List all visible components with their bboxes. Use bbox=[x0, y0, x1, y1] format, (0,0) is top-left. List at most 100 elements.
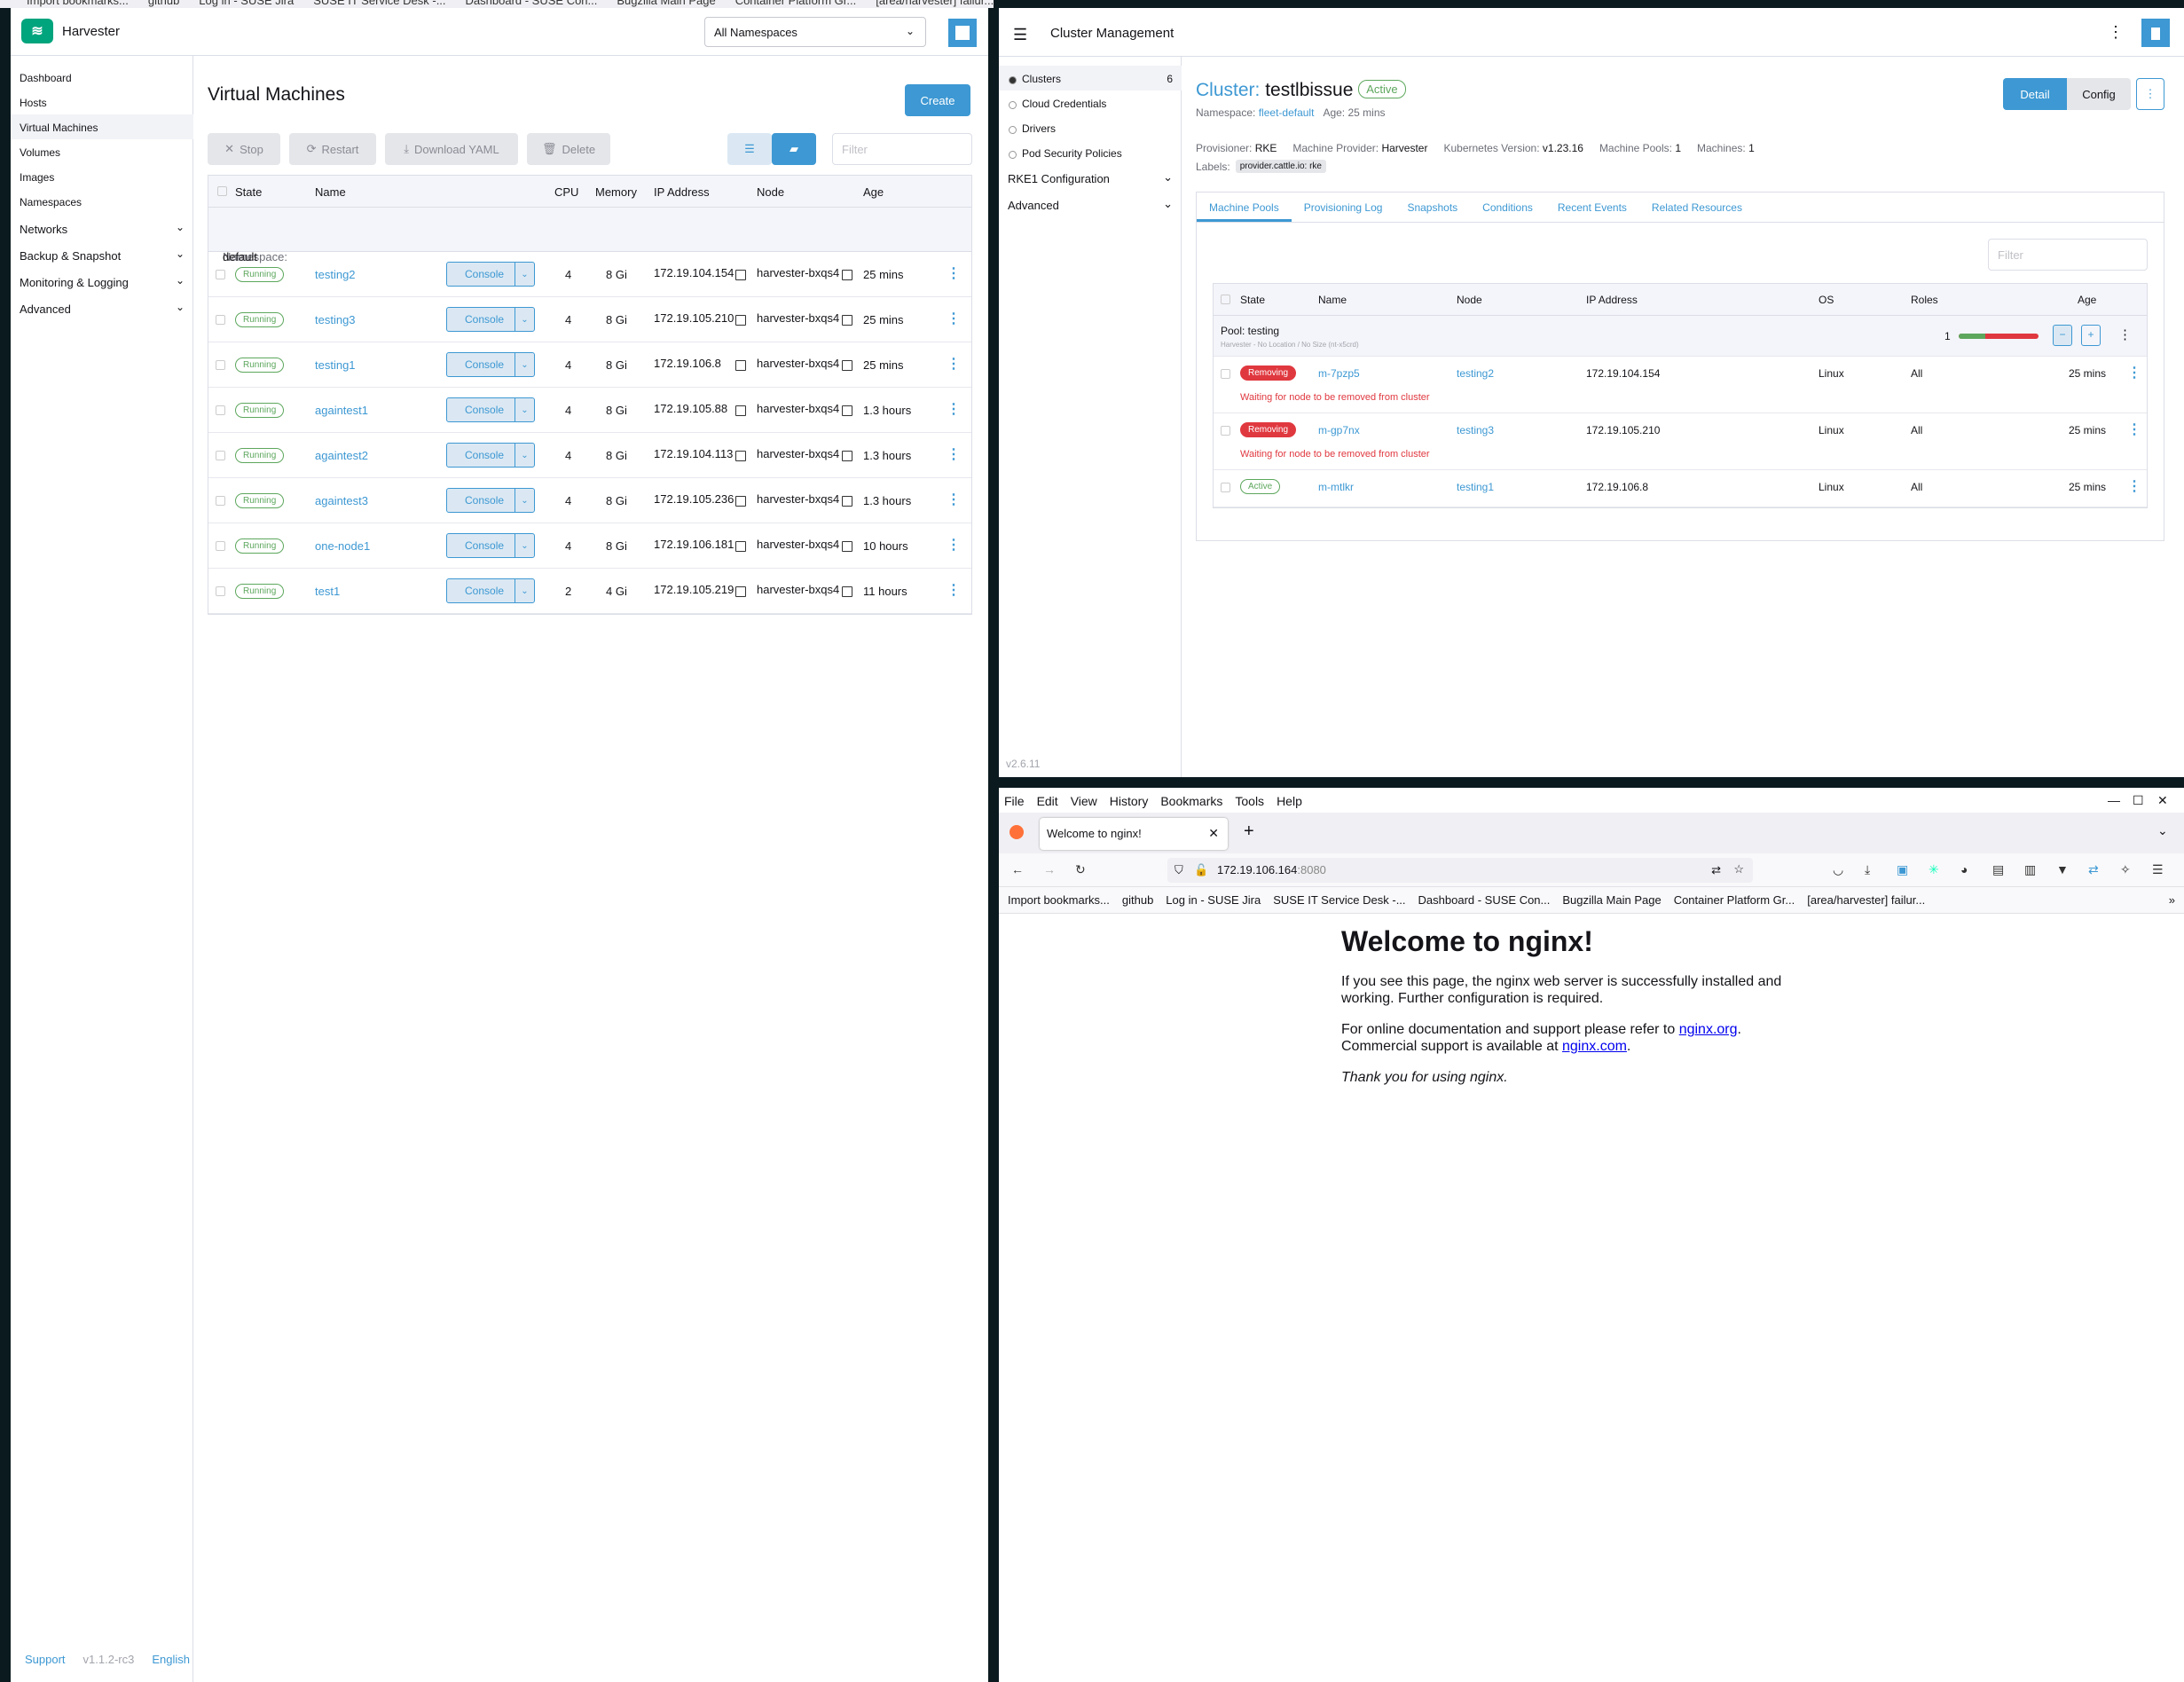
heading-prefix[interactable]: Cluster: bbox=[1196, 80, 1260, 100]
reload-icon[interactable]: ↻ bbox=[1075, 862, 1086, 877]
config-button[interactable]: Config bbox=[2067, 78, 2131, 110]
harvester-logo-icon[interactable]: ≋ bbox=[21, 19, 53, 43]
group-view-button[interactable]: ▰ bbox=[772, 133, 816, 165]
copy-icon[interactable] bbox=[735, 586, 746, 597]
sidebar-item-psp[interactable]: Pod Security Policies bbox=[999, 140, 1182, 165]
extensions-puzzle-icon[interactable]: ✧ bbox=[2120, 862, 2131, 877]
scale-up-button[interactable]: + bbox=[2081, 325, 2101, 346]
rancher-logo-icon[interactable] bbox=[948, 19, 977, 47]
more-actions-button[interactable]: ⋮ bbox=[2136, 78, 2164, 110]
copy-icon[interactable] bbox=[842, 405, 852, 416]
maximize-icon[interactable]: ☐ bbox=[2133, 793, 2144, 808]
col-node[interactable]: Node bbox=[757, 185, 784, 199]
detail-button[interactable]: Detail bbox=[2003, 78, 2067, 110]
list-view-button[interactable]: ☰ bbox=[727, 133, 772, 165]
create-button[interactable]: Create bbox=[905, 84, 970, 116]
menu-bookmarks[interactable]: Bookmarks bbox=[1160, 794, 1222, 808]
top-bookmark[interactable]: SUSE IT Service Desk -... bbox=[313, 0, 445, 8]
tab-snapshots[interactable]: Snapshots bbox=[1394, 193, 1470, 222]
machine-name-link[interactable]: m-7pzp5 bbox=[1318, 367, 1360, 380]
vm-name-link[interactable]: testing2 bbox=[315, 268, 356, 281]
console-button[interactable]: Console ⌄ bbox=[446, 307, 535, 332]
row-checkbox[interactable] bbox=[216, 315, 225, 325]
vm-name-link[interactable]: testing3 bbox=[315, 313, 356, 326]
language-link[interactable]: English bbox=[152, 1653, 190, 1666]
row-menu-icon[interactable]: ⋮ bbox=[947, 581, 961, 599]
bookmark-item[interactable]: [area/harvester] failur... bbox=[1807, 893, 1925, 907]
menu-edit[interactable]: Edit bbox=[1037, 794, 1058, 808]
tab-list-chevron-icon[interactable]: ⌄ bbox=[2157, 823, 2168, 838]
chevron-down-icon[interactable]: ⌄ bbox=[515, 263, 534, 286]
extension-icon[interactable]: ◕ bbox=[1960, 862, 1968, 876]
copy-icon[interactable] bbox=[842, 496, 852, 507]
sidebar-item-drivers[interactable]: Drivers bbox=[999, 115, 1182, 140]
row-menu-icon[interactable]: ⋮ bbox=[947, 310, 961, 327]
tab-machine-pools[interactable]: Machine Pools bbox=[1197, 193, 1292, 222]
sidebar-group-advanced[interactable]: Advanced ⌄ bbox=[999, 192, 1182, 216]
chevron-down-icon[interactable]: ⌄ bbox=[515, 579, 534, 602]
row-checkbox[interactable] bbox=[1221, 483, 1230, 492]
row-checkbox[interactable] bbox=[216, 405, 225, 415]
col-age[interactable]: Age bbox=[863, 185, 884, 199]
col-name[interactable]: Name bbox=[1318, 294, 1347, 306]
rancher-logo-icon[interactable] bbox=[2141, 19, 2170, 47]
copy-icon[interactable] bbox=[735, 315, 746, 326]
bookmark-item[interactable]: Import bookmarks... bbox=[1008, 893, 1110, 907]
sidebar-item-dashboard[interactable]: Dashboard bbox=[11, 65, 193, 90]
vm-name-link[interactable]: one-node1 bbox=[315, 539, 370, 553]
select-all-checkbox[interactable] bbox=[217, 186, 227, 196]
sidebar-item-images[interactable]: Images bbox=[11, 164, 193, 189]
chevron-down-icon[interactable]: ⌄ bbox=[515, 444, 534, 467]
bookmark-item[interactable]: Container Platform Gr... bbox=[1674, 893, 1795, 907]
hamburger-menu-icon[interactable]: ☰ bbox=[2152, 862, 2164, 877]
scale-down-button[interactable]: − bbox=[2053, 325, 2072, 346]
col-state[interactable]: State bbox=[1240, 294, 1265, 306]
row-checkbox[interactable] bbox=[216, 541, 225, 551]
nginx-com-link[interactable]: nginx.com bbox=[1562, 1039, 1627, 1054]
console-button[interactable]: Console ⌄ bbox=[446, 352, 535, 377]
row-menu-icon[interactable]: ⋮ bbox=[947, 400, 961, 418]
new-tab-icon[interactable]: + bbox=[1244, 821, 1254, 842]
copy-icon[interactable] bbox=[842, 541, 852, 552]
col-state[interactable]: State bbox=[235, 185, 262, 199]
chevron-down-icon[interactable]: ⌄ bbox=[515, 489, 534, 512]
menu-file[interactable]: File bbox=[1004, 794, 1025, 808]
hamburger-menu-icon[interactable]: ☰ bbox=[1013, 26, 1027, 44]
vm-name-link[interactable]: testing1 bbox=[315, 358, 356, 372]
vm-name-link[interactable]: againtest1 bbox=[315, 404, 368, 417]
copy-icon[interactable] bbox=[842, 586, 852, 597]
console-button[interactable]: Console ⌄ bbox=[446, 533, 535, 558]
row-menu-icon[interactable]: ⋮ bbox=[947, 445, 961, 463]
menu-help[interactable]: Help bbox=[1277, 794, 1302, 808]
support-link[interactable]: Support bbox=[25, 1653, 66, 1666]
extension-icon[interactable]: ✳ bbox=[1929, 862, 1939, 877]
sidebar-group-rke1[interactable]: RKE1 Configuration ⌄ bbox=[999, 165, 1182, 190]
tab-related-resources[interactable]: Related Resources bbox=[1639, 193, 1755, 222]
copy-icon[interactable] bbox=[735, 541, 746, 552]
row-menu-icon[interactable]: ⋮ bbox=[947, 264, 961, 282]
nginx-org-link[interactable]: nginx.org bbox=[1679, 1022, 1738, 1037]
row-menu-icon[interactable]: ⋮ bbox=[947, 355, 961, 373]
copy-icon[interactable] bbox=[735, 360, 746, 371]
col-age[interactable]: Age bbox=[2078, 294, 2096, 306]
console-button[interactable]: Console ⌄ bbox=[446, 488, 535, 513]
node-link[interactable]: testing1 bbox=[1457, 481, 1494, 493]
sidebar-group-monitoring[interactable]: Monitoring & Logging ⌄ bbox=[11, 269, 193, 294]
sidebar-item-cloud-credentials[interactable]: Cloud Credentials bbox=[999, 90, 1182, 115]
extension-icon[interactable]: ▥ bbox=[2024, 862, 2036, 877]
copy-icon[interactable] bbox=[842, 270, 852, 280]
sidebar-item-hosts[interactable]: Hosts bbox=[11, 90, 193, 114]
sidebar-item-volumes[interactable]: Volumes bbox=[11, 139, 193, 164]
row-menu-icon[interactable]: ⋮ bbox=[947, 536, 961, 554]
col-roles[interactable]: Roles bbox=[1911, 294, 1938, 306]
minimize-icon[interactable]: — bbox=[2108, 793, 2120, 807]
node-link[interactable]: testing2 bbox=[1457, 367, 1494, 380]
chevron-down-icon[interactable]: ⌄ bbox=[515, 308, 534, 331]
menu-tools[interactable]: Tools bbox=[1235, 794, 1264, 808]
console-button[interactable]: Console ⌄ bbox=[446, 397, 535, 422]
extension-icon[interactable]: ▣ bbox=[1897, 862, 1908, 877]
chevron-down-icon[interactable]: ⌄ bbox=[515, 534, 534, 557]
menu-view[interactable]: View bbox=[1071, 794, 1097, 808]
copy-icon[interactable] bbox=[735, 270, 746, 280]
bookmarks-overflow-icon[interactable]: » bbox=[2169, 893, 2175, 907]
